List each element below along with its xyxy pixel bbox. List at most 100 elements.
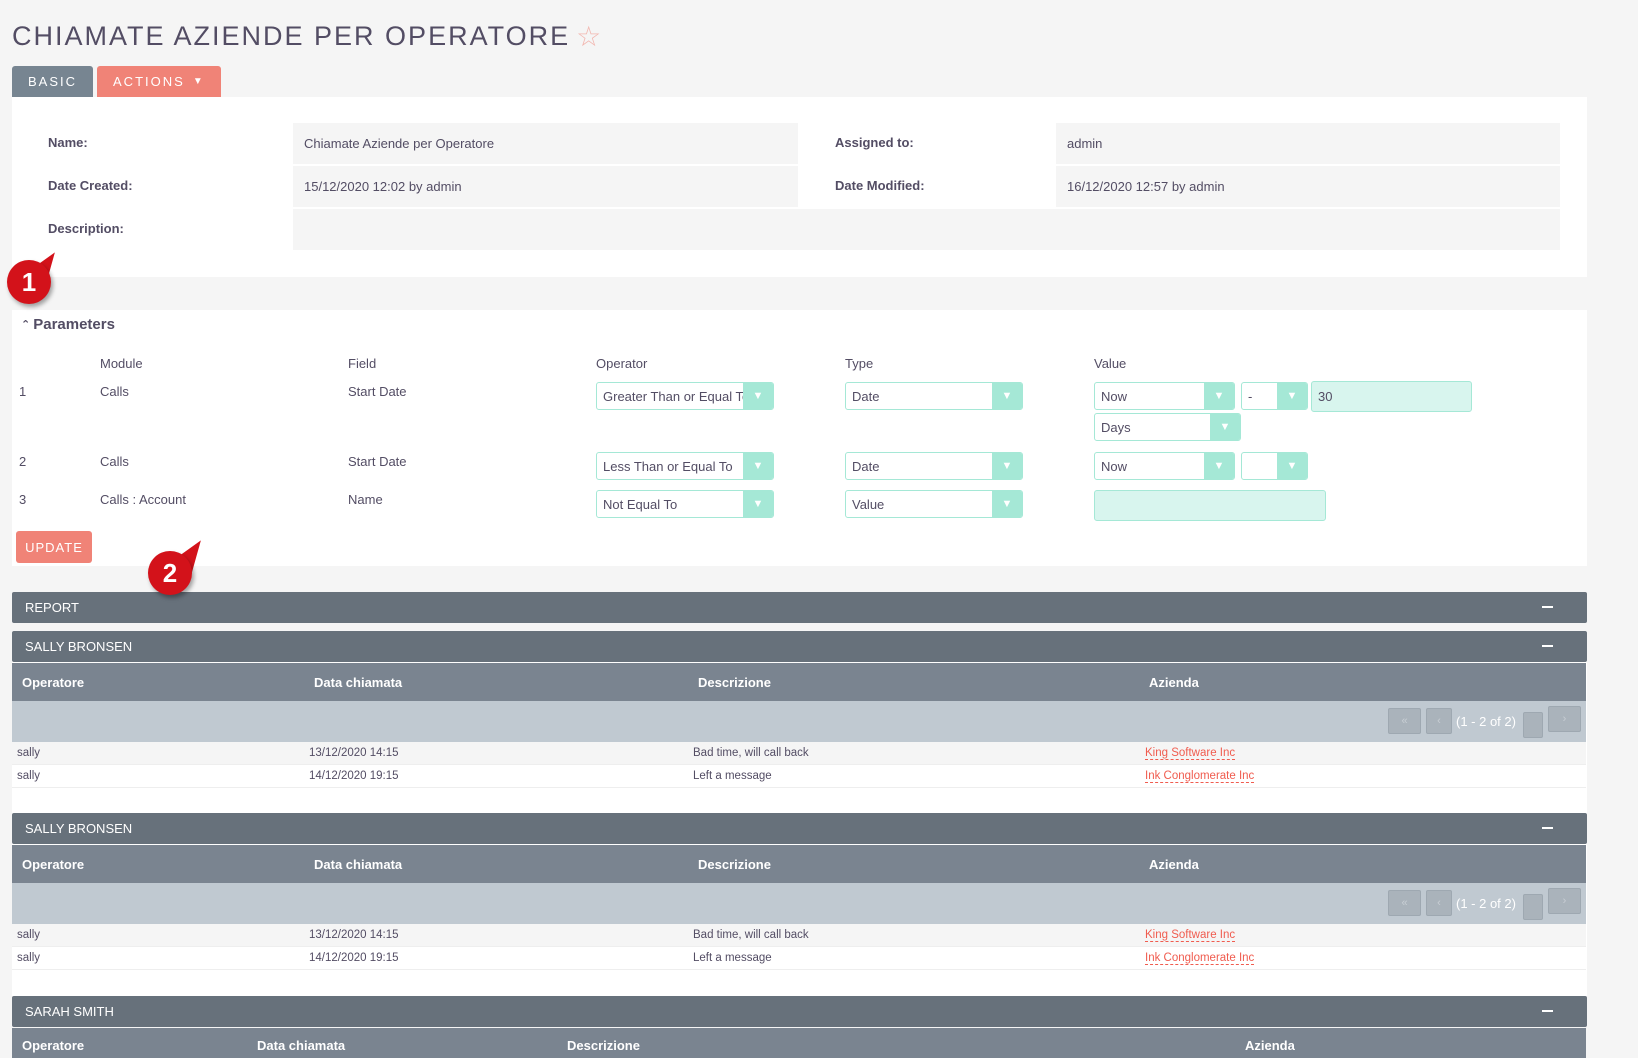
tab-bar: BASIC ACTIONS ▼: [12, 66, 221, 97]
col-field: Field: [348, 356, 377, 371]
report-header-bar[interactable]: REPORT: [12, 592, 1587, 623]
report-title: REPORT: [25, 600, 79, 615]
star-outline-icon[interactable]: ☆: [576, 20, 603, 53]
group-1-col-operatore[interactable]: Operatore: [22, 675, 84, 690]
date-modified-value: 16/12/2020 12:57 by admin: [1056, 166, 1560, 207]
cell-data: 14/12/2020 19:15: [309, 770, 399, 782]
pager-prev-icon[interactable]: ‹: [1426, 708, 1452, 734]
tab-actions[interactable]: ACTIONS ▼: [97, 66, 221, 97]
param-row-1-amount-input[interactable]: 30: [1311, 381, 1472, 412]
pager-last-icon[interactable]: ›: [1548, 888, 1581, 914]
parameters-header[interactable]: ⌃ Parameters: [21, 316, 115, 333]
cell-data: 13/12/2020 14:15: [309, 747, 399, 759]
cell-operatore: sally: [17, 770, 41, 782]
group-1-col-azienda[interactable]: Azienda: [1149, 675, 1199, 690]
group-2-col-operatore[interactable]: Operatore: [22, 857, 84, 872]
dropdown-arrow-icon: ▼: [992, 491, 1022, 517]
callout-badge-2: 2: [148, 551, 192, 595]
group-3-header-bar[interactable]: SARAH SMITH: [12, 996, 1587, 1027]
dropdown-arrow-icon: ▼: [743, 453, 773, 479]
caret-down-icon: ▼: [192, 76, 205, 87]
param-row-2-type-select[interactable]: Date ▼: [845, 452, 1023, 480]
date-modified-label: Date Modified:: [835, 178, 925, 193]
param-row-1-module: Calls: [100, 384, 129, 399]
group-2-col-azienda[interactable]: Azienda: [1149, 857, 1199, 872]
tab-basic[interactable]: BASIC: [12, 66, 94, 97]
group-2-pager-text: (1 - 2 of 2): [1456, 896, 1516, 911]
param-row-2-value-select[interactable]: Now ▼: [1094, 452, 1235, 480]
dropdown-arrow-icon: ▼: [1204, 383, 1234, 409]
param-row-2-module: Calls: [100, 454, 129, 469]
cell-descrizione: Bad time, will call back: [693, 929, 809, 941]
group-2-header-bar[interactable]: SALLY BRONSEN: [12, 813, 1587, 844]
group-1-pager: « ‹ (1 - 2 of 2) ›: [12, 701, 1586, 742]
tab-actions-label: ACTIONS: [113, 74, 185, 89]
param-row-1-sign-select[interactable]: - ▼: [1241, 382, 1308, 410]
group-1-col-descrizione[interactable]: Descrizione: [698, 675, 771, 690]
assigned-to-value: admin: [1056, 123, 1560, 164]
group-2-col-data[interactable]: Data chiamata: [314, 857, 402, 872]
name-value: Chiamate Aziende per Operatore: [293, 123, 798, 164]
collapse-minus-icon[interactable]: [1542, 645, 1553, 647]
group-1-header-bar[interactable]: SALLY BRONSEN: [12, 631, 1587, 662]
group-1-table-header: Operatore Data chiamata Descrizione Azie…: [12, 663, 1586, 701]
group-3-col-descrizione[interactable]: Descrizione: [567, 1038, 640, 1053]
parameters-title: Parameters: [33, 316, 115, 333]
dropdown-arrow-icon: ▼: [1204, 453, 1234, 479]
table-row: sally 13/12/2020 14:15 Bad time, will ca…: [12, 742, 1586, 765]
param-row-1-unit-select[interactable]: Days ▼: [1094, 413, 1241, 441]
collapse-minus-icon[interactable]: [1542, 1010, 1553, 1012]
group-3-col-azienda[interactable]: Azienda: [1245, 1038, 1295, 1053]
param-row-2-value-select-value: Now: [1101, 458, 1128, 474]
detail-panel: Name: Chiamate Aziende per Operatore Ass…: [12, 97, 1587, 277]
group-1-col-data[interactable]: Data chiamata: [314, 675, 402, 690]
group-2-title: SALLY BRONSEN: [25, 821, 133, 836]
cell-descrizione: Left a message: [693, 952, 772, 964]
group-3-col-operatore[interactable]: Operatore: [22, 1038, 84, 1053]
cell-azienda: King Software Inc: [1145, 747, 1236, 760]
pager-first-icon[interactable]: «: [1388, 890, 1421, 916]
param-row-3-num: 3: [19, 492, 27, 507]
azienda-link[interactable]: King Software Inc: [1145, 747, 1236, 760]
group-2-table-header: Operatore Data chiamata Descrizione Azie…: [12, 845, 1586, 883]
azienda-link[interactable]: Ink Conglomerate Inc: [1145, 770, 1255, 783]
cell-operatore: sally: [17, 747, 41, 759]
param-row-1-value-select-value: Now: [1101, 388, 1128, 404]
cell-azienda: Ink Conglomerate Inc: [1145, 770, 1255, 783]
param-row-3-type-value: Value: [852, 496, 885, 512]
param-row-3-operator-select[interactable]: Not Equal To ▼: [596, 490, 774, 518]
param-row-1-operator-select[interactable]: Greater Than or Equal To ▼: [596, 382, 774, 410]
pager-next-icon[interactable]: [1523, 712, 1543, 738]
group-3-title: SARAH SMITH: [25, 1004, 114, 1019]
param-row-1-sign-value: -: [1248, 388, 1253, 404]
pager-last-icon[interactable]: ›: [1548, 706, 1581, 732]
param-row-1-num: 1: [19, 384, 27, 399]
group-2-col-descrizione[interactable]: Descrizione: [698, 857, 771, 872]
azienda-link[interactable]: Ink Conglomerate Inc: [1145, 952, 1255, 965]
collapse-minus-icon[interactable]: [1542, 827, 1553, 829]
dropdown-arrow-icon: ▼: [1210, 414, 1240, 440]
update-button[interactable]: UPDATE: [16, 531, 92, 563]
cell-azienda: Ink Conglomerate Inc: [1145, 952, 1255, 965]
cell-descrizione: Bad time, will call back: [693, 747, 809, 759]
azienda-link[interactable]: King Software Inc: [1145, 929, 1236, 942]
param-row-2-sign-select[interactable]: ▼: [1241, 452, 1308, 480]
dropdown-arrow-icon: ▼: [743, 491, 773, 517]
group-2-pager: « ‹ (1 - 2 of 2) ›: [12, 883, 1586, 924]
group-3-col-data[interactable]: Data chiamata: [257, 1038, 345, 1053]
param-row-1-type-select[interactable]: Date ▼: [845, 382, 1023, 410]
param-row-3-value-input[interactable]: [1094, 490, 1326, 521]
cell-operatore: sally: [17, 952, 41, 964]
pager-first-icon[interactable]: «: [1388, 708, 1421, 734]
pager-prev-icon[interactable]: ‹: [1426, 890, 1452, 916]
param-row-2-operator-select[interactable]: Less Than or Equal To ▼: [596, 452, 774, 480]
pager-next-icon[interactable]: [1523, 894, 1543, 920]
name-label: Name:: [48, 135, 88, 150]
parameters-panel: ⌃ Parameters Module Field Operator Type …: [12, 310, 1587, 566]
collapse-minus-icon[interactable]: [1542, 606, 1553, 608]
assigned-to-label: Assigned to:: [835, 135, 914, 150]
param-row-3-type-select[interactable]: Value ▼: [845, 490, 1023, 518]
param-row-2-num: 2: [19, 454, 27, 469]
dropdown-arrow-icon: ▼: [1277, 383, 1307, 409]
param-row-1-value-select[interactable]: Now ▼: [1094, 382, 1235, 410]
